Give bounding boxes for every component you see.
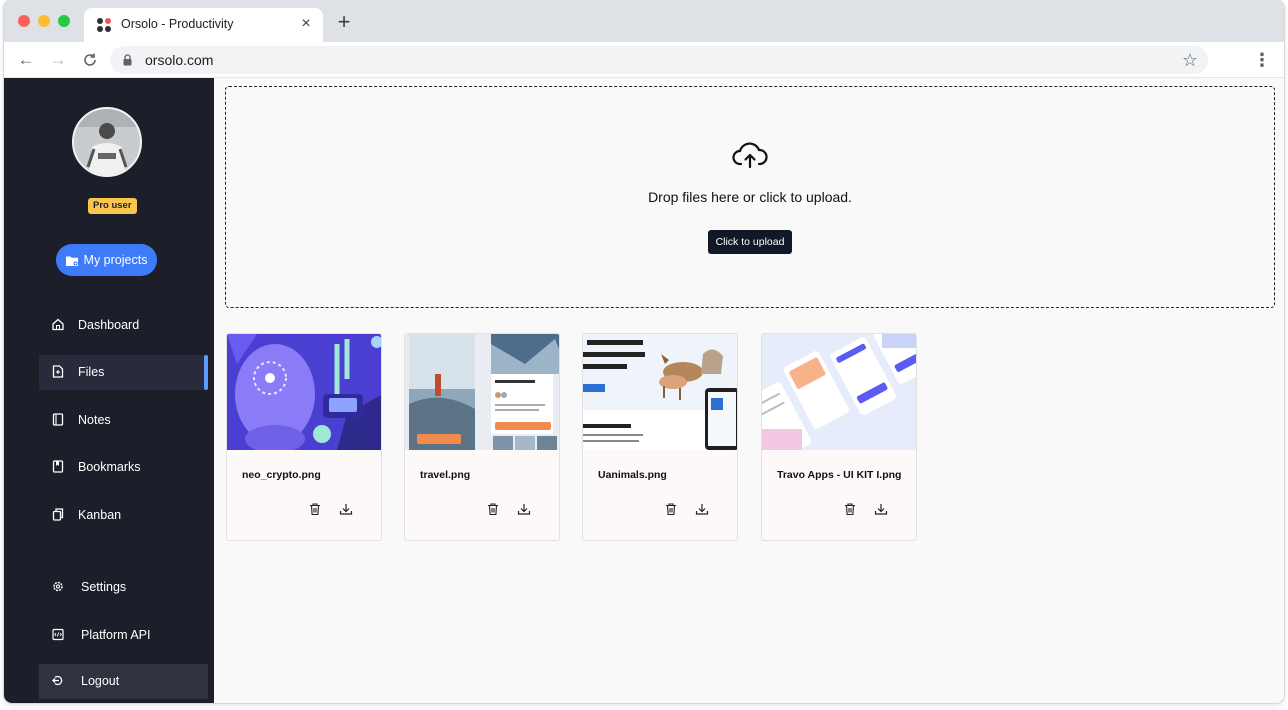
notebook-icon <box>52 413 64 426</box>
folder-icon <box>65 256 78 266</box>
minimize-window-button[interactable] <box>38 15 50 27</box>
tab-title: Orsolo - Productivity <box>121 17 234 31</box>
sidebar-item-logout[interactable]: Logout <box>39 664 208 699</box>
upload-dropzone[interactable]: Drop files here or click to upload. Clic… <box>225 86 1275 308</box>
back-arrow-icon[interactable]: ← <box>16 50 36 70</box>
new-tab-button[interactable]: + <box>334 11 354 33</box>
sidebar-item-label: Platform API <box>81 628 151 642</box>
browser-window: Orsolo - Productivity × + ← → orsolo.com… <box>4 0 1284 703</box>
main-content: Drop files here or click to upload. Clic… <box>214 78 1284 703</box>
sidebar-item-label: Dashboard <box>78 318 140 332</box>
my-projects-label: My projects <box>83 253 148 267</box>
file-name: neo_crypto.png <box>242 469 321 481</box>
my-projects-button[interactable]: My projects <box>56 244 157 276</box>
file-thumbnail <box>227 334 381 450</box>
avatar[interactable] <box>72 107 142 177</box>
click-to-upload-button[interactable]: Click to upload <box>708 230 792 254</box>
trash-icon[interactable] <box>843 502 857 516</box>
sidebar-item-files[interactable]: Files <box>39 355 208 390</box>
file-thumbnail <box>762 334 916 450</box>
file-thumbnail <box>583 334 737 450</box>
code-icon <box>52 628 64 641</box>
sidebar-item-dashboard[interactable]: Dashboard <box>39 308 208 343</box>
file-name: Travo Apps - UI KIT I.png <box>777 469 902 481</box>
download-icon[interactable] <box>695 502 709 516</box>
home-icon <box>52 318 64 331</box>
logout-icon <box>52 675 63 686</box>
browser-tab[interactable]: Orsolo - Productivity × <box>84 8 323 42</box>
sidebar-item-label: Logout <box>81 674 120 688</box>
sidebar-item-settings[interactable]: Settings <box>39 570 208 605</box>
trash-icon[interactable] <box>486 502 500 516</box>
sidebar-item-kanban[interactable]: Kanban <box>39 498 208 533</box>
file-name: travel.png <box>420 469 471 481</box>
sidebar: Pro user My projects Dashboard Files Not… <box>4 78 214 703</box>
sidebar-item-label: Bookmarks <box>78 460 141 474</box>
url-text: orsolo.com <box>145 52 214 68</box>
download-icon[interactable] <box>339 502 353 516</box>
file-card[interactable]: neo_crypto.png <box>226 333 382 541</box>
pro-user-badge: Pro user <box>88 198 137 214</box>
tab-close-icon[interactable]: × <box>298 16 314 32</box>
sidebar-item-label: Settings <box>81 580 127 594</box>
trash-icon[interactable] <box>308 502 322 516</box>
download-icon[interactable] <box>517 502 531 516</box>
maximize-window-button[interactable] <box>58 15 70 27</box>
download-icon[interactable] <box>874 502 888 516</box>
close-window-button[interactable] <box>18 15 30 27</box>
gear-icon <box>53 581 63 592</box>
tab-strip: Orsolo - Productivity × + <box>4 0 1284 42</box>
cloud-upload-icon <box>732 142 768 169</box>
copy-icon <box>52 508 64 521</box>
forward-arrow-icon[interactable]: → <box>48 50 68 70</box>
orsolo-favicon-icon <box>97 18 111 32</box>
file-icon <box>52 365 64 378</box>
dropzone-text: Drop files here or click to upload. <box>648 189 852 205</box>
sidebar-item-label: Notes <box>78 413 111 427</box>
file-thumbnail <box>405 334 559 450</box>
bookmark-star-icon[interactable]: ☆ <box>1182 50 1198 70</box>
sidebar-item-notes[interactable]: Notes <box>39 403 208 438</box>
browser-toolbar: ← → orsolo.com ☆ ⋮ <box>4 42 1284 78</box>
lock-icon <box>123 54 132 66</box>
trash-icon[interactable] <box>664 502 678 516</box>
sidebar-item-bookmarks[interactable]: Bookmarks <box>39 450 208 485</box>
file-name: Uanimals.png <box>598 469 667 481</box>
address-bar[interactable]: orsolo.com ☆ <box>110 46 1208 74</box>
browser-menu-icon[interactable]: ⋮ <box>1252 50 1272 70</box>
file-card[interactable]: Uanimals.png <box>582 333 738 541</box>
file-card[interactable]: Travo Apps - UI KIT I.png <box>761 333 917 541</box>
reload-icon[interactable] <box>80 50 100 70</box>
sidebar-item-label: Kanban <box>78 508 122 522</box>
file-card[interactable]: travel.png <box>404 333 560 541</box>
sidebar-item-platform-api[interactable]: Platform API <box>39 618 208 653</box>
bookmark-icon <box>52 460 64 473</box>
sidebar-item-label: Files <box>78 365 105 379</box>
